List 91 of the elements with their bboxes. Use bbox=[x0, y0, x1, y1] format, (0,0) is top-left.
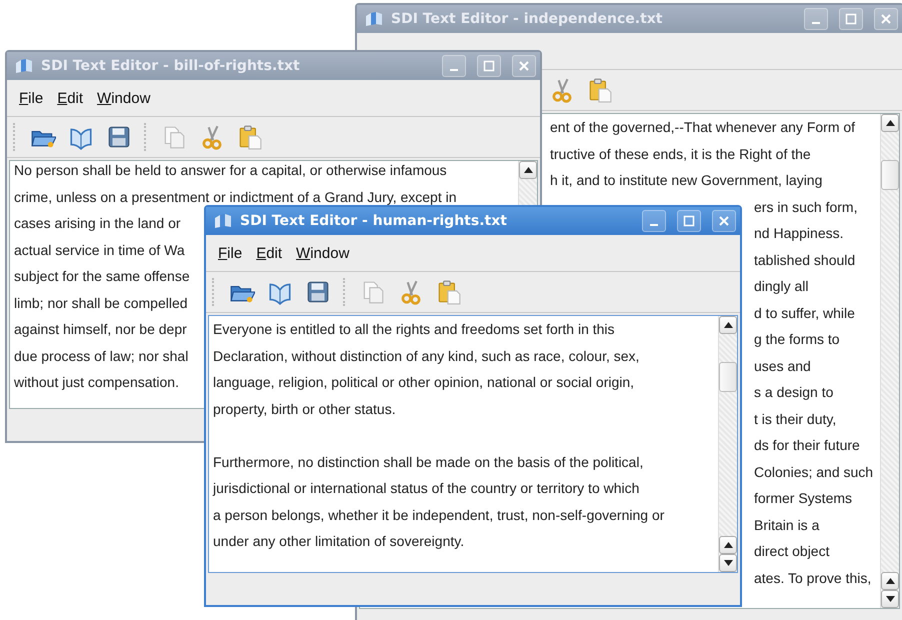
text-line: former Systems bbox=[754, 490, 852, 506]
text-line: d to suffer, while bbox=[754, 304, 855, 320]
menu-item[interactable]: Edit bbox=[256, 244, 282, 262]
text-line: direct object bbox=[754, 543, 830, 559]
menu-item[interactable]: Edit bbox=[57, 90, 84, 106]
clipboard-button[interactable] bbox=[587, 77, 613, 103]
up-arrow-icon bbox=[724, 322, 732, 328]
text-line: Everyone is entitled to all the rights and freedoms set forth in this bbox=[213, 321, 615, 337]
text-line: actual service in time of Wa bbox=[14, 242, 185, 258]
maximize-button[interactable] bbox=[677, 210, 701, 232]
text-line: crime, unless on a presentment or indictment of a Grand Jury, except in bbox=[14, 188, 457, 204]
text-line: ers in such form, bbox=[754, 198, 858, 214]
close-icon bbox=[718, 215, 730, 227]
maximize-icon bbox=[483, 60, 495, 72]
minimize-icon bbox=[650, 224, 658, 226]
menu-item[interactable]: File bbox=[19, 90, 44, 106]
down-arrow-icon bbox=[886, 596, 894, 602]
maximize-icon bbox=[683, 215, 695, 227]
text-line: tablished should bbox=[754, 252, 856, 268]
text-line: subject for the same offense bbox=[14, 268, 190, 284]
maximize-button[interactable] bbox=[839, 8, 863, 30]
minimize-icon bbox=[450, 69, 458, 71]
clipboard-icon bbox=[436, 279, 462, 305]
up-arrow-icon bbox=[886, 578, 894, 584]
close-icon bbox=[518, 60, 530, 72]
clipboard-button[interactable] bbox=[237, 124, 263, 150]
window-title: SDI Text Editor - independence.txt bbox=[391, 11, 664, 27]
text-line: nd Happiness. bbox=[754, 225, 844, 241]
text-line: tructive of these ends, it is the Right of the bbox=[550, 146, 811, 162]
scroll-down-button[interactable] bbox=[881, 590, 899, 608]
books-icon bbox=[15, 58, 33, 74]
text-line: cases arising in the land or bbox=[14, 215, 181, 231]
text-line: Britain is a bbox=[754, 516, 820, 532]
text-line: language, religion, political or other opinion, national or social origin, bbox=[213, 374, 634, 390]
maximize-icon bbox=[845, 13, 857, 25]
minimize-button[interactable] bbox=[804, 8, 828, 30]
up-arrow-icon bbox=[524, 167, 532, 173]
text-line: No person shall be held to answer for a capital, or otherwise infamous bbox=[14, 162, 447, 178]
floppy-disk-button[interactable] bbox=[305, 279, 331, 305]
text-line: ds for their future bbox=[754, 437, 860, 453]
close-icon bbox=[880, 13, 892, 25]
scroll-up-button[interactable] bbox=[719, 536, 737, 554]
menu-item[interactable]: File bbox=[218, 244, 242, 262]
text-line: a person belongs, whether it be independent, trust, non-self-governing or bbox=[213, 506, 664, 522]
window-title: SDI Text Editor - human-rights.txt bbox=[240, 213, 508, 229]
text-line: uses and bbox=[754, 358, 811, 374]
close-button[interactable] bbox=[512, 55, 536, 77]
text-line: g the forms to bbox=[754, 331, 840, 347]
text-line: without just compensation. bbox=[14, 374, 179, 390]
scroll-up-button[interactable] bbox=[719, 316, 737, 334]
scroll-up-button[interactable] bbox=[881, 572, 899, 590]
scrollbar-thumb[interactable] bbox=[719, 362, 737, 392]
text-line: jurisdictional or international status of the country or territory to which bbox=[213, 480, 640, 496]
minimize-button[interactable] bbox=[642, 210, 666, 232]
close-button[interactable] bbox=[874, 8, 898, 30]
text-line: ent of the governed,--That whenever any Form of bbox=[550, 119, 856, 135]
text-area[interactable] bbox=[208, 315, 738, 573]
text-line: dingly all bbox=[754, 278, 808, 294]
text-line: Furthermore, no distinction shall be made on the basis of the political, bbox=[213, 454, 644, 470]
text-line: s a design to bbox=[754, 384, 834, 400]
text-line: against himself, nor be depr bbox=[14, 321, 187, 337]
minimize-icon bbox=[812, 22, 820, 24]
text-line: under any other limitation of sovereignty. bbox=[213, 533, 464, 549]
close-button[interactable] bbox=[712, 210, 736, 232]
up-arrow-icon bbox=[724, 542, 732, 548]
menu-item[interactable]: Window bbox=[97, 90, 150, 106]
text-line: due process of law; nor shal bbox=[14, 348, 188, 364]
down-arrow-icon bbox=[724, 560, 732, 566]
floppy-disk-button[interactable] bbox=[106, 124, 132, 150]
scrollbar-thumb[interactable] bbox=[881, 160, 899, 190]
scrollbar[interactable] bbox=[718, 316, 737, 572]
scroll-down-button[interactable] bbox=[719, 554, 737, 572]
window-title: SDI Text Editor - bill-of-rights.txt bbox=[41, 58, 301, 74]
text-line: property, birth or other status. bbox=[213, 400, 396, 416]
text-line: h it, and to institute new Government, laying bbox=[550, 172, 822, 188]
books-icon bbox=[214, 213, 232, 229]
up-arrow-icon bbox=[886, 120, 894, 126]
text-line: Colonies; and such bbox=[754, 464, 874, 480]
scroll-up-button[interactable] bbox=[519, 161, 537, 179]
books-icon bbox=[365, 11, 383, 27]
menu-item[interactable]: Window bbox=[296, 244, 350, 262]
maximize-button[interactable] bbox=[477, 55, 501, 77]
text-line: t is their duty, bbox=[754, 410, 836, 426]
text-line: Declaration, without distinction of any kind, such as race, colour, sex, bbox=[213, 348, 640, 364]
clipboard-icon bbox=[587, 77, 613, 103]
text-line: ates. To prove this, bbox=[754, 570, 872, 586]
text-line: limb; nor shall be compelled bbox=[14, 294, 188, 310]
clipboard-button[interactable] bbox=[436, 279, 462, 305]
scroll-up-button[interactable] bbox=[881, 114, 899, 132]
clipboard-icon bbox=[237, 124, 263, 150]
minimize-button[interactable] bbox=[442, 55, 466, 77]
